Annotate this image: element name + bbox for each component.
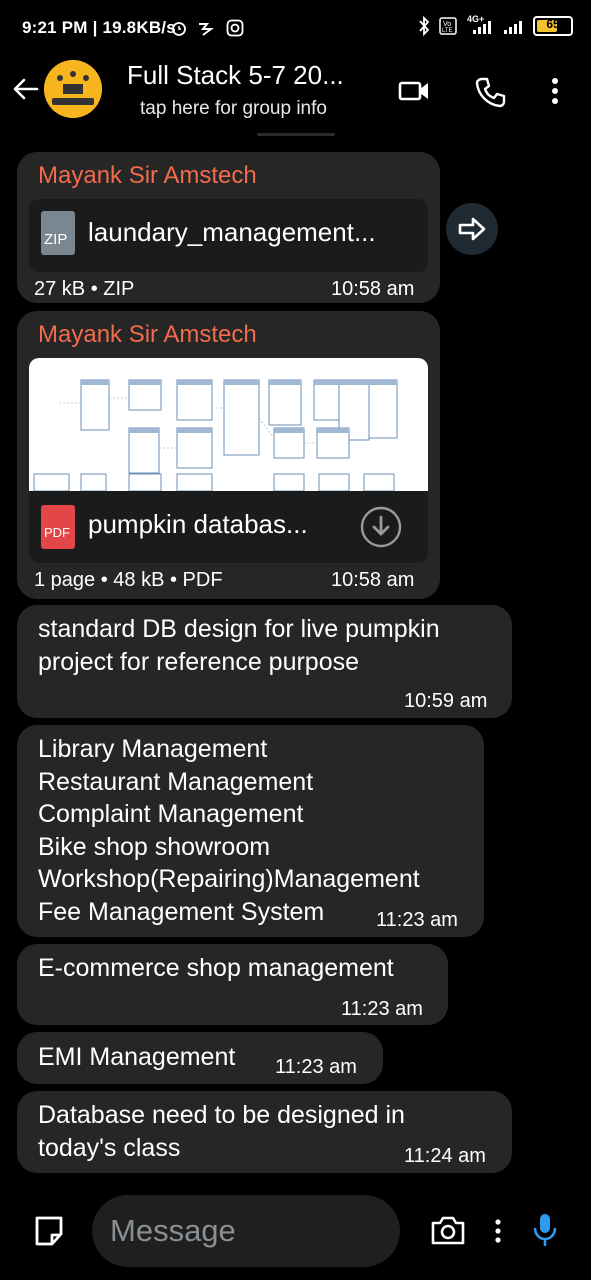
signal-icon: 4G+: [465, 14, 495, 36]
message-bubble-pdf[interactable]: Mayank Sir Amstech PDF pumpkin databas..…: [17, 311, 440, 599]
file-card-pdf[interactable]: PDF pumpkin databas...: [29, 491, 428, 563]
message-text: standard DB design for live pumpkin proj…: [38, 615, 440, 676]
file-card-zip[interactable]: ZIP laundary_management...: [29, 199, 428, 272]
message-bubble-text[interactable]: Database need to be designed in today's …: [17, 1091, 512, 1173]
signal-2-icon: [504, 21, 522, 34]
group-subtitle[interactable]: tap here for group info: [140, 98, 327, 120]
volte-icon: Vo LTE: [439, 17, 457, 35]
group-avatar[interactable]: [44, 60, 102, 118]
er-diagram-preview: [33, 379, 398, 491]
status-left: 9:21 PM | 19.8KB/s: [22, 18, 176, 38]
battery-icon: 65: [533, 16, 573, 36]
pdf-preview-thumbnail[interactable]: [29, 358, 428, 491]
overflow-menu-icon[interactable]: [548, 76, 562, 106]
sender-name[interactable]: Mayank Sir Amstech: [38, 321, 257, 349]
message-time: 10:58 am: [331, 278, 415, 300]
phone-call-icon[interactable]: [474, 76, 506, 108]
status-time-speed: 9:21 PM | 19.8KB/s: [22, 18, 176, 37]
svg-text:Vo: Vo: [443, 21, 451, 28]
message-text: Database need to be designed in today's …: [38, 1101, 405, 1162]
message-time: 11:23 am: [275, 1056, 357, 1078]
battery-level: 65: [546, 17, 560, 31]
file-name: pumpkin databas...: [88, 509, 308, 539]
message-text: E-commerce shop management: [38, 954, 394, 982]
message-bubble-text[interactable]: EMI Management 11:23 am: [17, 1032, 383, 1084]
message-bubble-text[interactable]: standard DB design for live pumpkin proj…: [17, 605, 512, 718]
file-meta: 1 page • 48 kB • PDF: [34, 569, 223, 591]
group-title[interactable]: Full Stack 5-7 20...: [127, 60, 344, 91]
forward-arrow-icon: [458, 217, 486, 241]
message-text: EMI Management: [38, 1043, 236, 1071]
instagram-icon: [226, 19, 244, 37]
sticker-icon[interactable]: [32, 1214, 66, 1248]
microphone-icon[interactable]: [531, 1212, 559, 1248]
message-time: 10:59 am: [404, 690, 488, 712]
file-meta: 27 kB • ZIP: [34, 278, 135, 300]
zip-label: ZIP: [44, 231, 68, 248]
sender-name[interactable]: Mayank Sir Amstech: [38, 162, 257, 190]
message-bubble-zip[interactable]: Mayank Sir Amstech ZIP laundary_manageme…: [17, 152, 440, 303]
message-text: Library Management Restaurant Management…: [38, 735, 420, 926]
alarm-icon: [172, 22, 186, 36]
video-call-icon[interactable]: [398, 78, 430, 104]
message-time: 10:58 am: [331, 569, 415, 591]
pdf-label: PDF: [44, 525, 70, 540]
pdf-file-icon: PDF: [41, 505, 75, 549]
zip-file-icon: ZIP: [41, 211, 75, 255]
header-divider: [257, 133, 335, 136]
back-arrow-icon[interactable]: [10, 74, 40, 104]
data-saver-icon: [199, 23, 214, 36]
message-bubble-text[interactable]: E-commerce shop management 11:23 am: [17, 944, 448, 1025]
message-composer[interactable]: [92, 1195, 400, 1267]
bluetooth-icon: [419, 16, 430, 36]
file-name: laundary_management...: [88, 217, 376, 247]
message-time: 11:24 am: [404, 1145, 486, 1167]
message-bubble-text[interactable]: Library Management Restaurant Management…: [17, 725, 484, 937]
group-logo-icon: [44, 60, 102, 118]
message-time: 11:23 am: [341, 998, 423, 1020]
message-time: 11:23 am: [376, 909, 458, 931]
forward-button[interactable]: [446, 203, 498, 255]
download-icon[interactable]: [359, 505, 403, 549]
svg-text:LTE: LTE: [442, 28, 453, 34]
message-input[interactable]: [110, 1213, 380, 1249]
status-right: Vo LTE 4G+ 65: [417, 14, 573, 36]
camera-icon[interactable]: [430, 1214, 466, 1246]
status-bar: 9:21 PM | 19.8KB/s Vo LTE 4G+ 65: [0, 0, 591, 58]
composer-more-icon[interactable]: [492, 1218, 504, 1246]
